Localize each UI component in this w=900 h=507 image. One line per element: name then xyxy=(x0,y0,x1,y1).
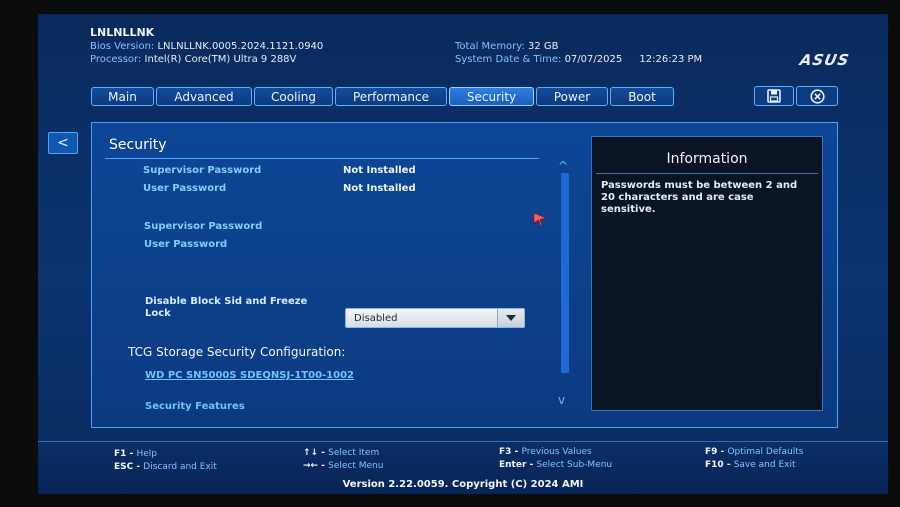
save-button[interactable] xyxy=(754,86,794,106)
supervisor-status-label: Supervisor Password xyxy=(143,165,262,176)
processor-label: Processor: xyxy=(90,54,142,65)
footer-bar: F1 - Help ESC - Discard and Exit ↑↓ - Se… xyxy=(38,441,888,494)
page-title: Security xyxy=(109,137,167,153)
system-datetime: System Date & Time: 07/07/2025 12:26:23 … xyxy=(455,54,702,65)
tab-performance[interactable]: Performance xyxy=(335,87,447,106)
user-status-value: Not Installed xyxy=(343,183,416,194)
bios-screen: LNLNLLNK Bios Version: LNLNLLNK.0005.202… xyxy=(38,14,888,494)
processor-value: Intel(R) Core(TM) Ultra 9 288V xyxy=(144,54,297,65)
block-sid-dropdown[interactable]: Disabled xyxy=(345,308,525,328)
datetime-label: System Date & Time: xyxy=(455,54,562,65)
save-exit-hint: F10 - Save and Exit xyxy=(705,460,796,470)
drive-link[interactable]: WD PC SN5000S SDEQNSJ-1T00-1002 xyxy=(145,370,354,381)
bios-version: Bios Version: LNLNLLNK.0005.2024.1121.09… xyxy=(90,41,323,52)
f9-desc: Optimal Defaults xyxy=(727,447,804,457)
f1-desc: Help xyxy=(136,449,157,459)
sub-menu-hint: Enter - Select Sub-Menu xyxy=(499,460,613,470)
info-divider xyxy=(596,173,818,174)
previous-values-hint: F3 - Previous Values xyxy=(499,447,592,457)
tcg-heading: TCG Storage Security Configuration: xyxy=(128,345,346,359)
block-sid-value: Disabled xyxy=(354,313,398,324)
scrollbar[interactable] xyxy=(561,173,569,373)
f1-key: F1 xyxy=(114,449,127,459)
scroll-down-icon[interactable]: v xyxy=(558,393,565,407)
f3-key: F3 xyxy=(499,447,512,457)
info-title: Information xyxy=(666,151,748,167)
select-item-hint: ↑↓ - Select Item xyxy=(303,448,380,458)
asus-logo: ASUS xyxy=(798,51,851,69)
info-text: Passwords must be between 2 and 20 chara… xyxy=(601,180,798,215)
tab-power[interactable]: Power xyxy=(536,87,608,106)
tab-cooling[interactable]: Cooling xyxy=(254,87,333,106)
board-name: LNLNLLNK xyxy=(90,26,155,39)
memory-label: Total Memory: xyxy=(455,41,525,52)
tab-boot[interactable]: Boot xyxy=(610,87,674,106)
enter-desc: Select Sub-Menu xyxy=(536,460,613,470)
user-password-item[interactable]: User Password xyxy=(144,239,227,250)
time-value[interactable]: 12:26:23 PM xyxy=(639,54,702,65)
select-menu-desc: Select Menu xyxy=(328,461,384,471)
security-features-item[interactable]: Security Features xyxy=(145,401,245,412)
memory-value: 32 GB xyxy=(528,41,559,52)
processor-info: Processor: Intel(R) Core(TM) Ultra 9 288… xyxy=(90,54,296,65)
bios-version-label: Bios Version: xyxy=(90,41,155,52)
select-menu-hint: →← - Select Menu xyxy=(303,461,384,471)
select-item-desc: Select Item xyxy=(328,448,380,458)
tab-security[interactable]: Security xyxy=(449,87,534,106)
enter-key: Enter xyxy=(499,460,527,470)
f10-desc: Save and Exit xyxy=(733,460,796,470)
block-sid-label-line1: Disable Block Sid and Freeze xyxy=(145,296,308,307)
mouse-cursor-icon xyxy=(533,212,547,226)
scroll-up-icon[interactable]: ^ xyxy=(558,159,568,173)
esc-key: ESC xyxy=(114,462,134,472)
supervisor-password-item[interactable]: Supervisor Password xyxy=(144,221,262,232)
arrow-leftright-icon: →← xyxy=(303,461,319,471)
arrow-updown-icon: ↑↓ xyxy=(303,448,319,458)
version-text: Version 2.22.0059. Copyright (C) 2024 AM… xyxy=(342,479,584,490)
exit-button[interactable] xyxy=(796,86,838,106)
help-hint: F1 - Help xyxy=(114,449,157,459)
tab-advanced[interactable]: Advanced xyxy=(156,87,252,106)
close-circle-icon xyxy=(809,88,825,104)
back-button[interactable]: < xyxy=(48,132,78,154)
save-icon xyxy=(767,89,781,103)
esc-desc: Discard and Exit xyxy=(143,462,217,472)
f9-key: F9 xyxy=(705,447,718,457)
memory-info: Total Memory: 32 GB xyxy=(455,41,559,52)
f3-desc: Previous Values xyxy=(521,447,592,457)
date-value[interactable]: 07/07/2025 xyxy=(565,54,623,65)
esc-hint: ESC - Discard and Exit xyxy=(114,462,217,472)
info-panel: Information Passwords must be between 2 … xyxy=(591,136,823,411)
bios-version-value: LNLNLLNK.0005.2024.1121.0940 xyxy=(157,41,324,52)
f10-key: F10 xyxy=(705,460,724,470)
user-status-label: User Password xyxy=(143,183,227,194)
block-sid-label: Disable Block Sid and Freeze Lock xyxy=(145,296,307,319)
supervisor-status-value: Not Installed xyxy=(343,165,416,176)
block-sid-label-line2: Lock xyxy=(145,308,171,319)
optimal-defaults-hint: F9 - Optimal Defaults xyxy=(705,447,804,457)
chevron-down-icon[interactable] xyxy=(497,309,524,327)
title-divider xyxy=(105,158,539,159)
tab-main[interactable]: Main xyxy=(91,87,154,106)
